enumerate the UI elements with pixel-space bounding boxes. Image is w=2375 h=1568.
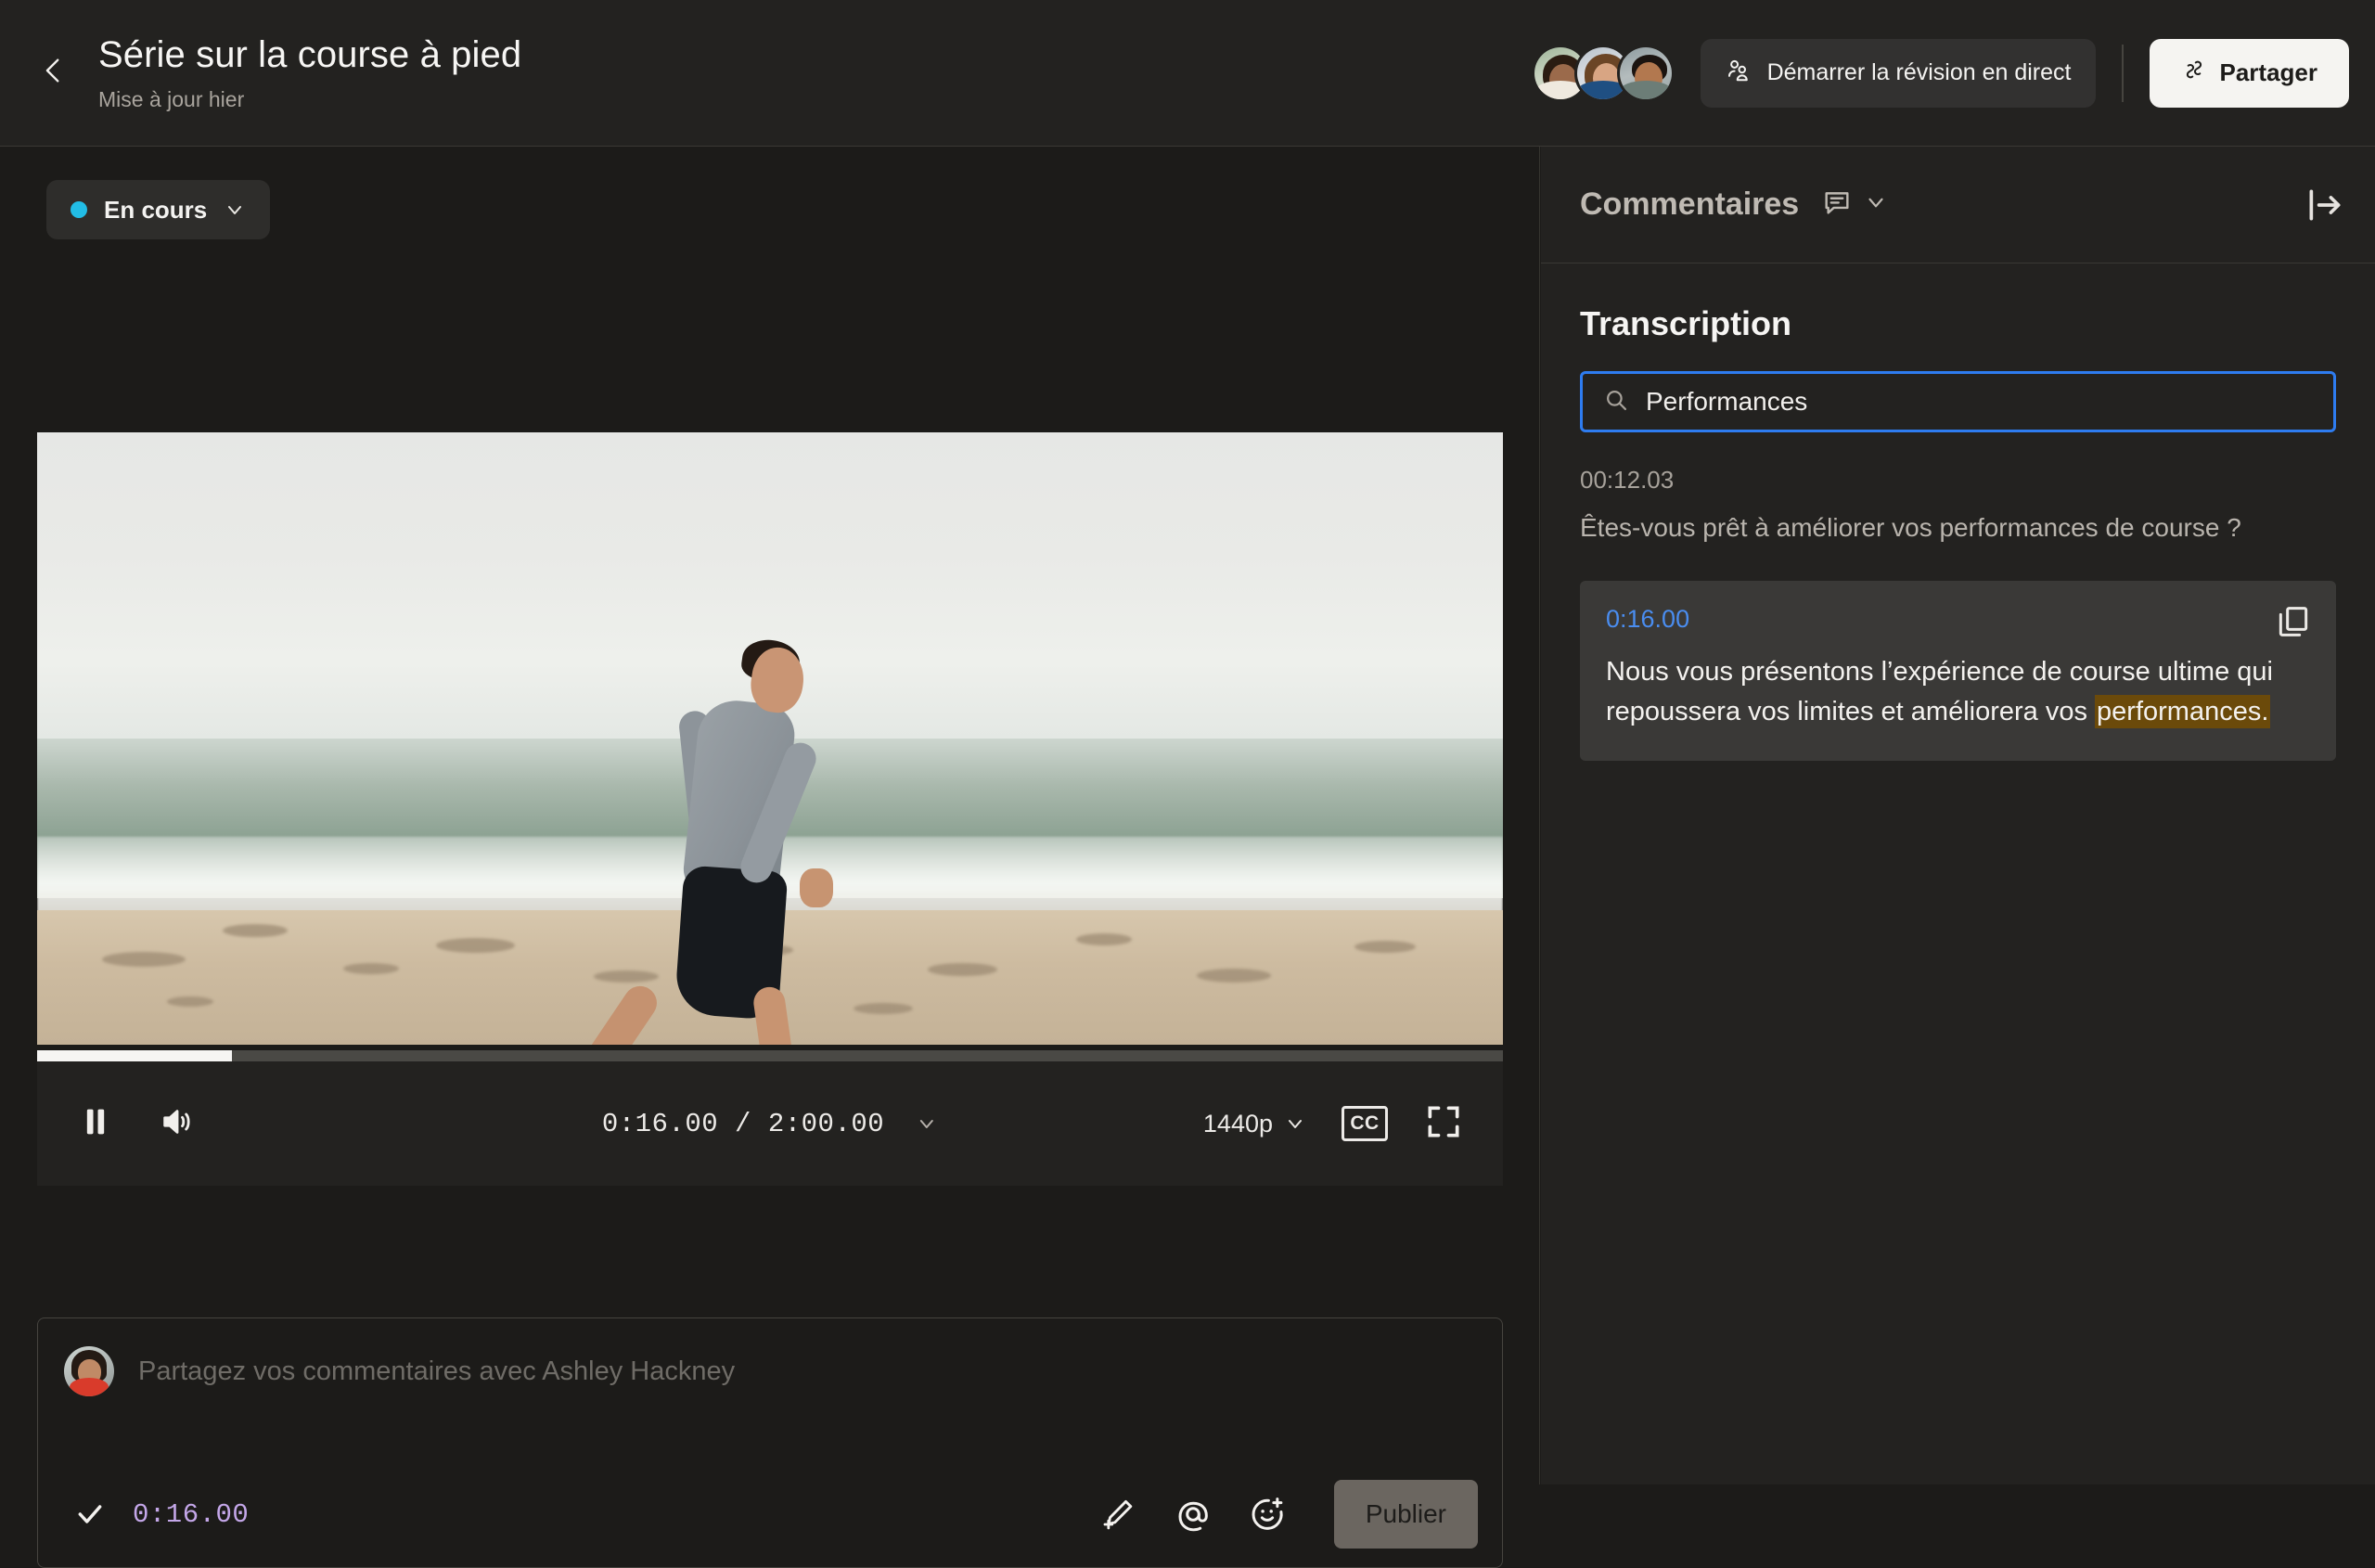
search-highlight: performances.	[2095, 695, 2271, 729]
status-badge[interactable]: En cours	[46, 180, 271, 239]
comments-filter-dropdown[interactable]	[1821, 186, 1888, 223]
quality-selector[interactable]: 1440p	[1203, 1110, 1306, 1138]
video-progress-bar[interactable]	[37, 1050, 1503, 1061]
collapse-panel-button[interactable]	[2304, 185, 2345, 225]
runner-hand	[800, 868, 833, 907]
header-actions: Démarrer la révision en direct Partager	[1531, 38, 2349, 108]
search-input[interactable]: Performances	[1646, 387, 1807, 417]
fullscreen-button[interactable]	[1423, 1101, 1464, 1147]
video-controls: 0:16.00 / 2:00.00 1440p CC	[37, 1061, 1503, 1186]
start-live-review-label: Démarrer la révision en direct	[1766, 59, 2072, 85]
time-display-group: 0:16.00 / 2:00.00	[602, 1109, 938, 1139]
video-right-controls: 1440p CC	[1203, 1101, 1464, 1147]
comments-panel-title: Commentaires	[1580, 186, 1800, 222]
share-label: Partager	[2219, 58, 2318, 86]
pause-button[interactable]	[74, 1102, 117, 1145]
link-icon	[2181, 57, 2207, 89]
pencil-plus-icon[interactable]	[1098, 1494, 1139, 1535]
emoji-plus-icon[interactable]	[1247, 1494, 1288, 1535]
chevron-left-icon	[38, 55, 70, 91]
video-progress-fill	[37, 1050, 233, 1061]
title-block: Série sur la course à pied Mise à jour h…	[98, 33, 1532, 111]
transcript-entry-active[interactable]: 0:16.00 Nous vous présentons l’expérienc…	[1580, 580, 2336, 761]
chevron-down-icon[interactable]	[916, 1112, 938, 1135]
start-live-review-button[interactable]: Démarrer la révision en direct	[1700, 38, 2096, 108]
publish-label: Publier	[1365, 1499, 1446, 1528]
status-dot-icon	[71, 201, 87, 218]
comments-panel-header: Commentaires	[1541, 147, 2375, 263]
search-icon	[1603, 387, 1629, 418]
comment-composer[interactable]: Partagez vos commentaires avec Ashley Ha…	[37, 1317, 1503, 1568]
transcript-text: Nous vous présentons l’expérience de cou…	[1606, 652, 2310, 733]
transcript-timestamp: 00:12.03	[1580, 466, 1675, 494]
transcription-search[interactable]: Performances	[1580, 371, 2336, 432]
cc-label: CC	[1350, 1112, 1380, 1134]
transcript-timestamp: 0:16.00	[1606, 604, 1690, 633]
comment-timestamp-toggle[interactable]: 0:16.00	[75, 1499, 249, 1530]
composer-actions: Publier	[1098, 1480, 1478, 1549]
publish-button[interactable]: Publier	[1333, 1480, 1478, 1549]
comment-bubble-icon	[1821, 186, 1853, 223]
transcription-section: Transcription Performances 00:12.03 Êtes…	[1541, 263, 2375, 761]
time-display: 0:16.00 / 2:00.00	[601, 1108, 885, 1139]
at-mention-icon[interactable]	[1173, 1494, 1213, 1535]
share-button[interactable]: Partager	[2149, 38, 2349, 108]
fullscreen-icon	[1423, 1101, 1464, 1147]
people-icon	[1725, 56, 1752, 90]
comment-timestamp: 0:16.00	[133, 1498, 250, 1530]
quality-label: 1440p	[1202, 1109, 1273, 1137]
video-player: 0:16.00 / 2:00.00 1440p CC	[37, 432, 1503, 1279]
page-title: Série sur la course à pied	[98, 34, 522, 76]
chevron-down-icon	[224, 199, 246, 221]
pause-icon	[77, 1103, 114, 1145]
composer-toolbar: 0:16.00 Publier	[38, 1480, 1502, 1549]
header-divider	[2121, 44, 2124, 102]
chevron-down-icon	[1284, 1112, 1306, 1135]
transcription-title: Transcription	[1580, 304, 1792, 342]
collapse-panel-icon	[2304, 189, 2345, 229]
volume-button[interactable]	[154, 1102, 200, 1145]
captions-button[interactable]: CC	[1342, 1106, 1388, 1141]
app-header: Série sur la course à pied Mise à jour h…	[0, 0, 2375, 147]
status-label: En cours	[104, 195, 208, 224]
composer-input-row: Partagez vos commentaires avec Ashley Ha…	[38, 1318, 1502, 1396]
avatar	[64, 1346, 114, 1396]
back-button[interactable]	[26, 45, 82, 101]
video-frame[interactable]	[37, 432, 1503, 1045]
copy-icon[interactable]	[2275, 603, 2312, 640]
transcript-entry[interactable]: 00:12.03 Êtes-vous prêt à améliorer vos …	[1580, 466, 2336, 547]
chevron-down-icon	[1864, 190, 1888, 219]
page-subtitle: Mise à jour hier	[98, 86, 245, 111]
avatar	[1616, 44, 1675, 102]
transcript-text: Êtes-vous prêt à améliorer vos performan…	[1580, 513, 2241, 542]
collaborator-avatars[interactable]	[1531, 44, 1675, 102]
comment-input[interactable]: Partagez vos commentaires avec Ashley Ha…	[138, 1356, 735, 1387]
main-content-pane: En cours 0:16.00 / 2:00.00 1440p CC Part…	[0, 147, 1540, 1568]
volume-icon	[157, 1103, 198, 1145]
comments-panel: Commentaires Transcription Performances …	[1541, 147, 2375, 1484]
check-icon	[75, 1499, 105, 1529]
